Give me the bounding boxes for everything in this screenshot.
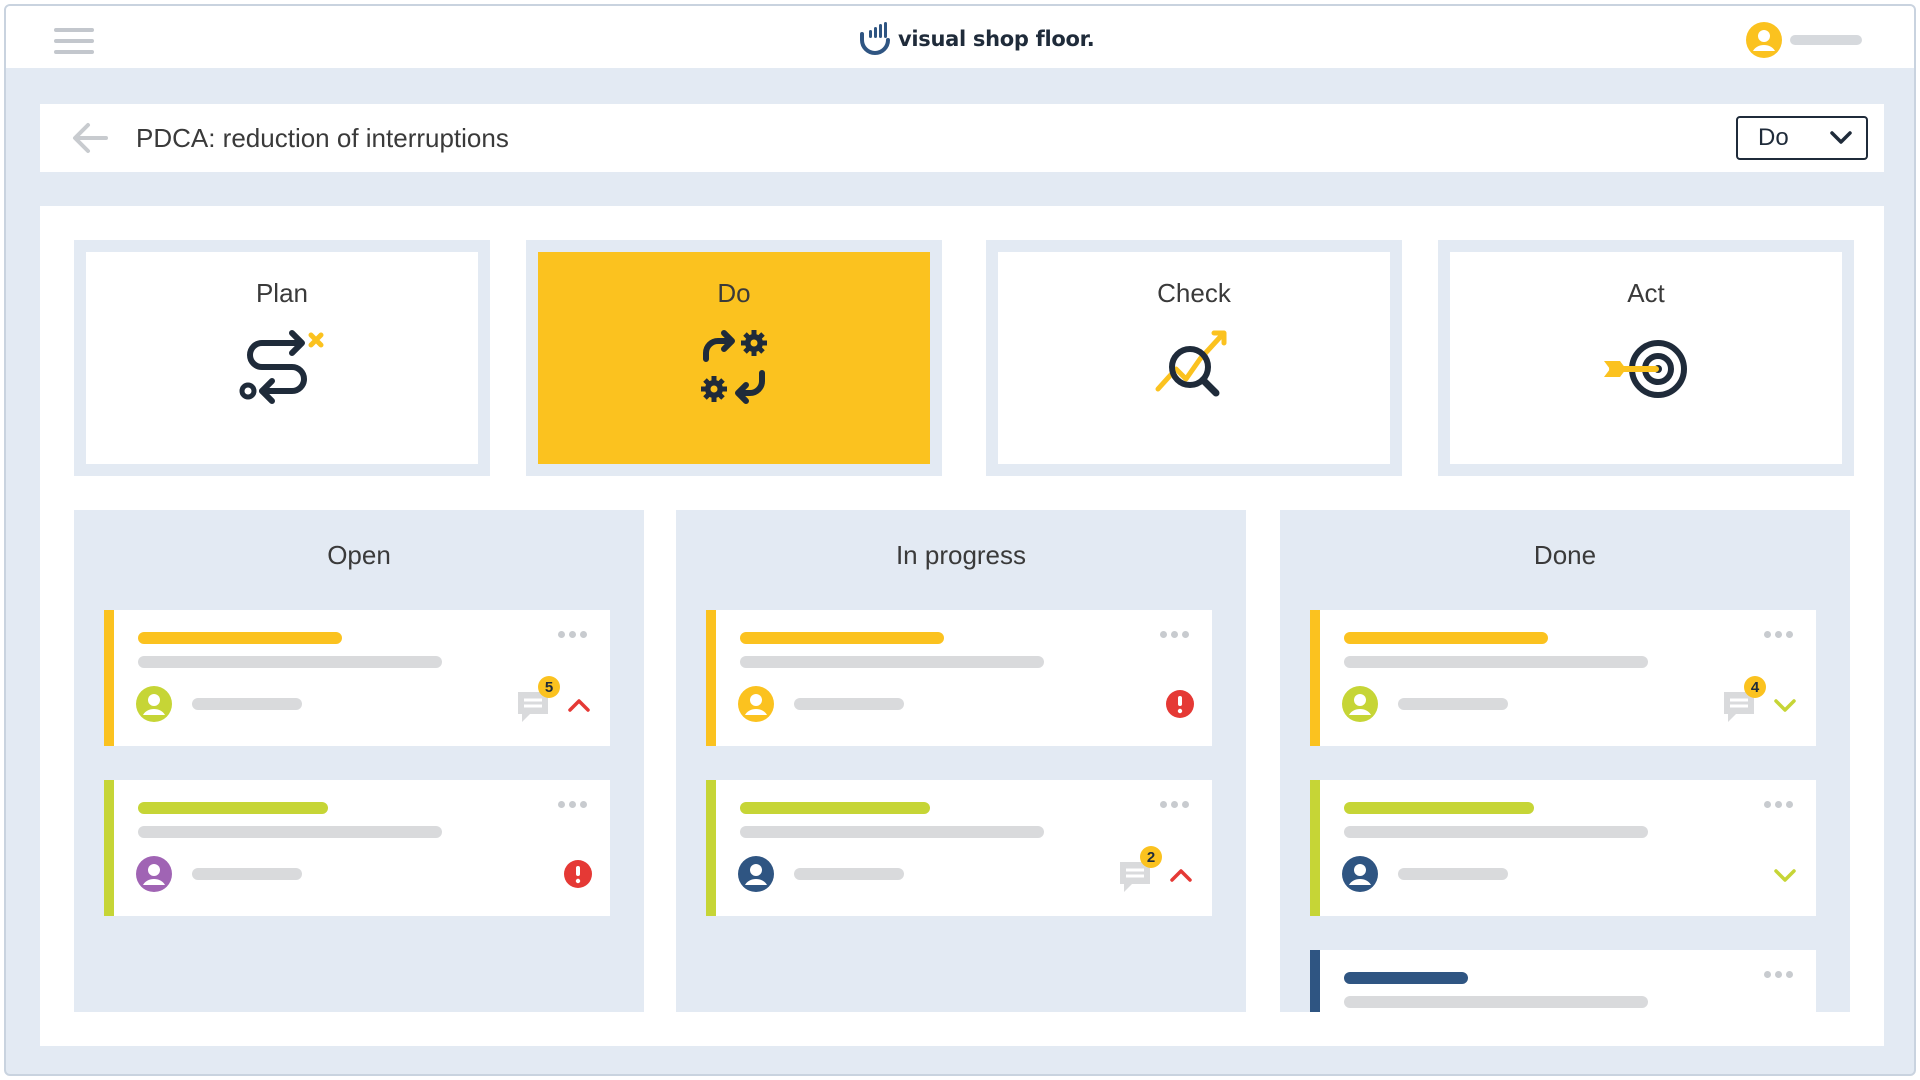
brand-name: visual shop floor.: [898, 27, 1095, 51]
phase-plan[interactable]: Plan: [74, 240, 490, 476]
priority-low-icon: [1774, 869, 1796, 882]
column-done: Done 4: [1280, 510, 1850, 1012]
task-subtitle-placeholder: [138, 656, 442, 668]
assignee-avatar-icon: [136, 856, 172, 892]
gears-arrows-icon: [701, 330, 767, 404]
route-plan-icon: [239, 330, 324, 404]
assignee-avatar-icon: [738, 856, 774, 892]
assignee-avatar-icon: [1342, 856, 1378, 892]
phase-act[interactable]: Act: [1438, 240, 1854, 476]
back-arrow-icon[interactable]: [70, 118, 110, 158]
column-title: In progress: [895, 540, 1027, 570]
task-card[interactable]: [1310, 950, 1816, 1012]
comments-icon[interactable]: 2: [1116, 846, 1162, 894]
comment-count-badge: 2: [1140, 846, 1162, 868]
more-options-icon[interactable]: [1764, 968, 1796, 980]
magnifier-chart-icon: [1155, 330, 1227, 397]
phase-label: Plan: [255, 278, 309, 308]
task-card[interactable]: [104, 780, 610, 916]
task-title-placeholder: [740, 802, 930, 814]
task-subtitle-placeholder: [138, 826, 442, 838]
assignee-avatar-icon: [1342, 686, 1378, 722]
task-title-placeholder: [1344, 802, 1534, 814]
task-title-placeholder: [138, 802, 328, 814]
column-open: Open 5: [74, 510, 644, 1012]
page-title: PDCA: reduction of interruptions: [136, 123, 509, 153]
task-card[interactable]: [706, 610, 1212, 746]
task-subtitle-placeholder: [1344, 826, 1648, 838]
phase-select[interactable]: Do: [1736, 116, 1868, 160]
phase-select-value: Do: [1758, 124, 1789, 151]
priority-low-icon: [1774, 699, 1796, 712]
task-title-placeholder: [138, 632, 342, 644]
column-title: Done: [1533, 540, 1597, 570]
main-panel: Plan Do Check Act Open 5 In progress 2 D…: [40, 206, 1884, 1046]
menu-icon[interactable]: [54, 28, 94, 54]
task-subtitle-placeholder: [1344, 996, 1648, 1008]
priority-high-icon: [1170, 869, 1192, 882]
assignee-name-placeholder: [1398, 698, 1508, 710]
task-card[interactable]: 5: [104, 610, 610, 746]
task-card[interactable]: 2: [706, 780, 1212, 916]
phase-label: Act: [1627, 278, 1665, 308]
phase-label: Check: [1157, 278, 1231, 308]
phase-do[interactable]: Do: [526, 240, 942, 476]
more-options-icon[interactable]: [1160, 628, 1192, 640]
top-bar: visual shop floor.: [6, 6, 1914, 68]
assignee-name-placeholder: [794, 698, 904, 710]
more-options-icon[interactable]: [558, 798, 590, 810]
user-name-placeholder: [1790, 35, 1862, 45]
chevron-down-icon: [1830, 131, 1852, 144]
task-subtitle-placeholder: [740, 656, 1044, 668]
phase-check[interactable]: Check: [986, 240, 1402, 476]
comment-count-badge: 5: [538, 676, 560, 698]
user-avatar-icon: [1746, 22, 1782, 58]
assignee-name-placeholder: [1398, 868, 1508, 880]
phase-label: Do: [717, 278, 751, 308]
comment-count-badge: 4: [1744, 676, 1766, 698]
task-title-placeholder: [1344, 972, 1468, 984]
more-options-icon[interactable]: [1764, 798, 1796, 810]
task-card[interactable]: 4: [1310, 610, 1816, 746]
more-options-icon[interactable]: [1764, 628, 1796, 640]
more-options-icon[interactable]: [1160, 798, 1192, 810]
assignee-name-placeholder: [192, 698, 302, 710]
alert-icon: [1166, 690, 1194, 718]
task-title-placeholder: [740, 632, 944, 644]
task-title-placeholder: [1344, 632, 1548, 644]
task-card[interactable]: [1310, 780, 1816, 916]
user-menu[interactable]: [1746, 22, 1862, 58]
target-arrow-icon: [1604, 340, 1687, 398]
more-options-icon[interactable]: [558, 628, 590, 640]
assignee-name-placeholder: [192, 868, 302, 880]
page-header: PDCA: reduction of interruptions Do: [40, 104, 1884, 172]
assignee-avatar-icon: [136, 686, 172, 722]
comments-icon[interactable]: 5: [514, 676, 560, 724]
alert-icon: [564, 860, 592, 888]
column-in-progress: In progress 2: [676, 510, 1246, 1012]
assignee-name-placeholder: [794, 868, 904, 880]
task-subtitle-placeholder: [1344, 656, 1648, 668]
logo-icon: [860, 22, 890, 55]
app-frame: visual shop floor. PDCA: reduction of in…: [4, 4, 1916, 1076]
priority-high-icon: [568, 699, 590, 712]
brand-logo: visual shop floor.: [858, 22, 1095, 56]
assignee-avatar-icon: [738, 686, 774, 722]
comments-icon[interactable]: 4: [1720, 676, 1766, 724]
column-title: Open: [327, 540, 391, 570]
task-subtitle-placeholder: [740, 826, 1044, 838]
